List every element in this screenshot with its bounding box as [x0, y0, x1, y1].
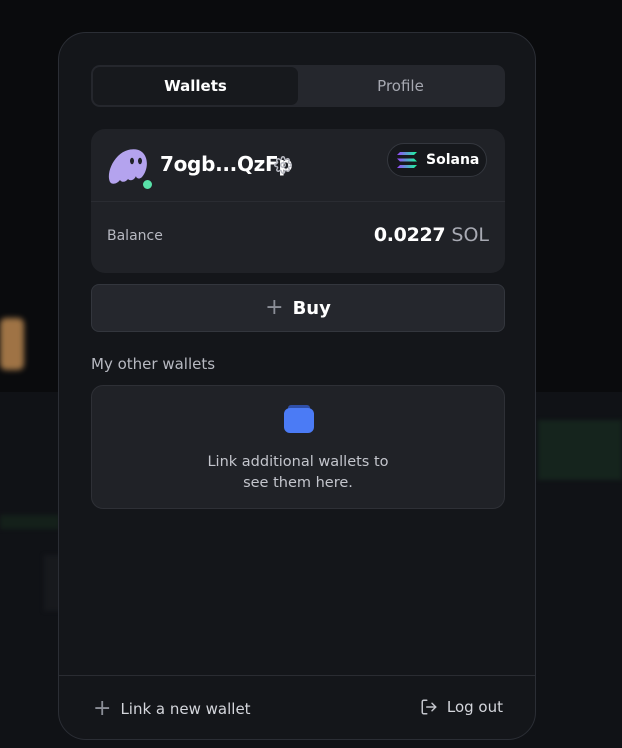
other-wallets-title: My other wallets	[91, 355, 216, 373]
balance-unit: SOL	[451, 224, 489, 246]
solana-icon	[397, 152, 417, 168]
tab-bar: Wallets Profile	[91, 65, 505, 107]
wallet-panel: Wallets Profile 7ogb...QzFp Solana Balan…	[58, 32, 536, 740]
plus-icon: +	[93, 696, 112, 721]
tab-profile[interactable]: Profile	[298, 67, 503, 105]
background-blurred-element	[538, 420, 622, 480]
divider	[91, 201, 505, 202]
balance-amount: 0.0227	[373, 224, 446, 246]
empty-state-text: Link additional wallets to see them here…	[92, 452, 504, 494]
chain-label: Solana	[426, 152, 480, 168]
plus-icon: +	[265, 295, 284, 320]
background-blurred-element	[0, 318, 24, 370]
balance-value: 0.0227 SOL	[374, 224, 489, 246]
buy-label: Buy	[292, 297, 331, 319]
balance-label: Balance	[107, 228, 163, 244]
link-new-wallet-label: Link a new wallet	[120, 700, 251, 718]
wallet-card: 7ogb...QzFp Solana Balance 0.0227 SOL	[91, 129, 505, 273]
background-blurred-element	[0, 515, 60, 529]
logout-icon	[421, 699, 437, 715]
link-new-wallet-button[interactable]: + Link a new wallet	[93, 698, 251, 720]
logout-label: Log out	[446, 698, 503, 716]
buy-button[interactable]: + Buy	[91, 284, 505, 332]
empty-text-line1: Link additional wallets to	[207, 454, 389, 470]
footer-divider	[59, 675, 535, 676]
wallet-icon	[284, 405, 314, 433]
chain-selector[interactable]: Solana	[387, 143, 487, 177]
other-wallets-empty-state: Link additional wallets to see them here…	[91, 385, 505, 509]
logout-button[interactable]: Log out	[420, 698, 503, 716]
wallet-address[interactable]: 7ogb...QzFp	[160, 152, 293, 176]
gear-icon[interactable]	[274, 156, 292, 174]
tab-wallets[interactable]: Wallets	[93, 67, 298, 105]
online-status-dot	[141, 178, 154, 191]
empty-text-line2: see them here.	[243, 475, 353, 491]
